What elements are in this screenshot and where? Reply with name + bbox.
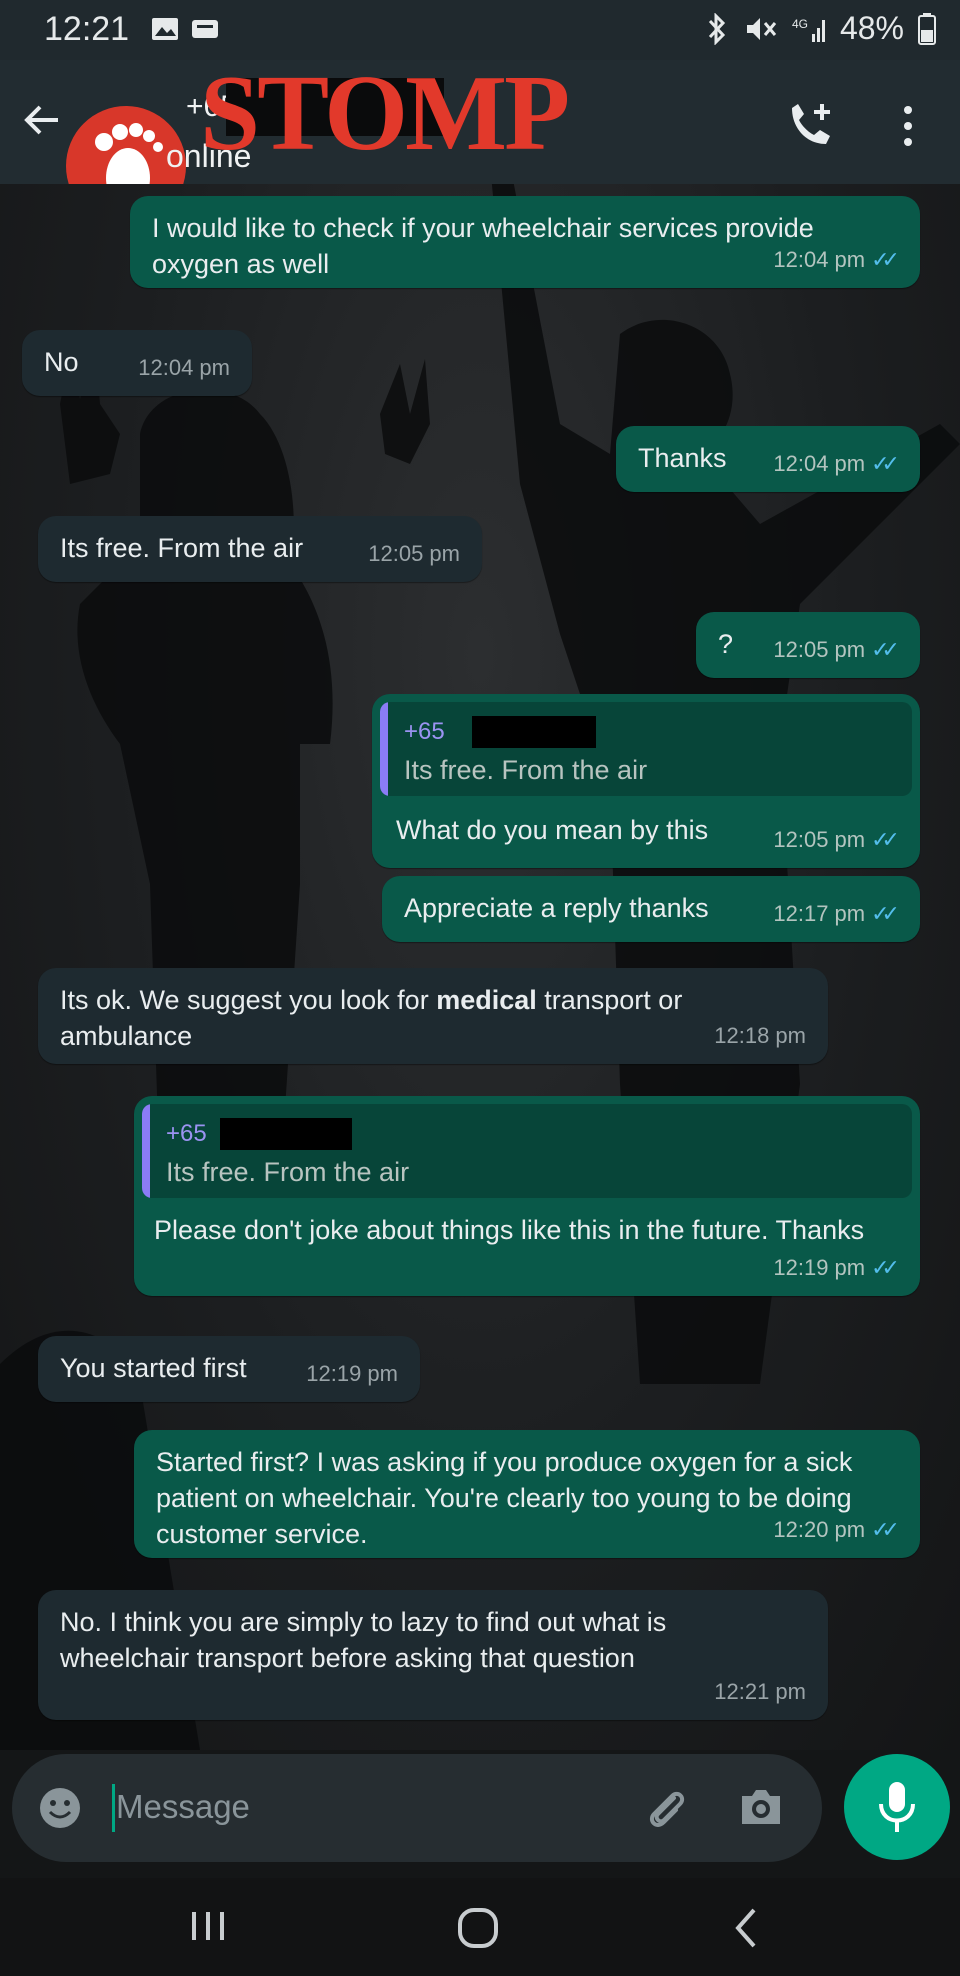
message-meta: 12:05 pm ✓✓ [773,632,900,668]
message-meta: 12:20 pm ✓✓ [773,1512,900,1548]
emoji-icon[interactable] [38,1786,82,1830]
battery-icon [918,12,936,45]
quote-bar [380,702,388,796]
battery-percent: 48% [839,10,904,46]
message-meta: 12:04 pm [138,350,230,386]
message-meta: 12:05 pm ✓✓ [773,822,900,858]
quoted-message[interactable]: +65 Its free. From the air [380,702,912,796]
message-time: 12:20 pm [773,1517,866,1542]
read-ticks-icon: ✓✓ [871,637,900,662]
message-meta: 12:04 pm ✓✓ [773,242,900,278]
message-time: 12:04 pm [773,247,866,272]
message-incoming[interactable]: You started first 12:19 pm [38,1336,420,1402]
message-time: 12:05 pm [773,827,866,852]
message-incoming[interactable]: No 12:04 pm [22,330,252,396]
message-text-bold: medical [436,985,537,1015]
message-meta: 12:19 pm [306,1356,398,1392]
system-nav-bar [0,1878,960,1976]
camera-icon[interactable] [738,1786,784,1828]
message-outgoing[interactable]: I would like to check if your wheelchair… [130,196,920,288]
message-text: Please don't joke about things like this… [154,1215,865,1245]
message-outgoing-reply[interactable]: +65 Its free. From the air What do you m… [372,694,920,868]
stomp-logo: STOMP [200,54,570,173]
message-outgoing-reply[interactable]: +65 Its free. From the air Please don't … [134,1096,920,1296]
message-time: 12:21 pm [714,1679,806,1704]
gallery-notification-icon [152,18,178,40]
mute-icon [746,17,777,40]
message-incoming[interactable]: Its ok. We suggest you look for medical … [38,968,828,1064]
quote-text: Its free. From the air [404,755,648,785]
message-meta: 12:21 pm [714,1674,806,1710]
status-bar: 12:21 4G 48% [0,0,960,60]
read-ticks-icon: ✓✓ [871,451,900,476]
quote-bar [142,1104,150,1198]
back-nav-icon[interactable] [728,1906,764,1950]
message-meta: 12:17 pm ✓✓ [773,896,900,932]
message-text: Its ok. We suggest you look for medical … [60,982,708,1054]
attach-icon[interactable] [642,1784,688,1830]
message-time: 12:19 pm [306,1361,398,1386]
message-incoming[interactable]: No. I think you are simply to lazy to fi… [38,1590,828,1720]
message-meta: 12:04 pm ✓✓ [773,446,900,482]
message-outgoing[interactable]: Appreciate a reply thanks 12:17 pm ✓✓ [382,876,920,942]
4g-signal-icon: 4G [792,17,825,42]
read-ticks-icon: ✓✓ [871,901,900,926]
message-text: No. I think you are simply to lazy to fi… [60,1607,667,1673]
message-time: 12:18 pm [714,1023,806,1048]
read-ticks-icon: ✓✓ [871,1255,900,1280]
read-ticks-icon: ✓✓ [871,827,900,852]
status-time: 12:21 [44,10,130,48]
redacted-number [472,716,596,748]
message-time: 12:05 pm [773,637,866,662]
recents-icon[interactable] [186,1906,230,1946]
read-ticks-icon: ✓✓ [871,1517,900,1542]
message-time: 12:17 pm [773,901,866,926]
message-meta: 12:18 pm [714,1018,806,1054]
message-list[interactable]: I would like to check if your wheelchair… [0,184,960,1750]
message-time: 12:04 pm [773,451,866,476]
message-meta: 12:05 pm [368,536,460,572]
message-incoming[interactable]: Its free. From the air 12:05 pm [38,516,482,582]
back-arrow-icon[interactable] [18,96,66,144]
message-input[interactable]: Message [12,1754,822,1862]
message-meta: 12:19 pm ✓✓ [773,1250,900,1286]
home-icon[interactable] [456,1906,500,1950]
mic-button[interactable] [844,1754,950,1860]
text-caret [112,1784,115,1832]
mic-icon [879,1782,915,1832]
svg-text:4G: 4G [792,17,808,31]
status-right: 4G 48% [704,10,936,47]
quote-sender: +65 [404,718,445,745]
message-time: 12:05 pm [368,541,460,566]
read-ticks-icon: ✓✓ [871,247,900,272]
bluetooth-icon [708,12,726,45]
notification-icon [192,20,218,38]
more-vert-icon[interactable] [896,102,920,150]
add-call-icon[interactable] [784,98,838,152]
redacted-number [220,1118,352,1150]
message-time: 12:04 pm [138,355,230,380]
quoted-message[interactable]: +65 Its free. From the air [142,1104,912,1198]
chat-header: +65 online STOMP [0,54,960,226]
message-time: 12:19 pm [773,1255,866,1280]
quote-text: Its free. From the air [166,1157,410,1187]
message-placeholder: Message [116,1788,250,1825]
message-outgoing[interactable]: ? 12:05 pm ✓✓ [696,612,920,678]
message-text-part: Its ok. We suggest you look for [60,985,437,1015]
message-outgoing[interactable]: Started first? I was asking if you produ… [134,1430,920,1558]
quote-sender: +65 [166,1120,207,1147]
compose-bar: Message [0,1750,960,1878]
message-outgoing[interactable]: Thanks 12:04 pm ✓✓ [616,426,920,492]
